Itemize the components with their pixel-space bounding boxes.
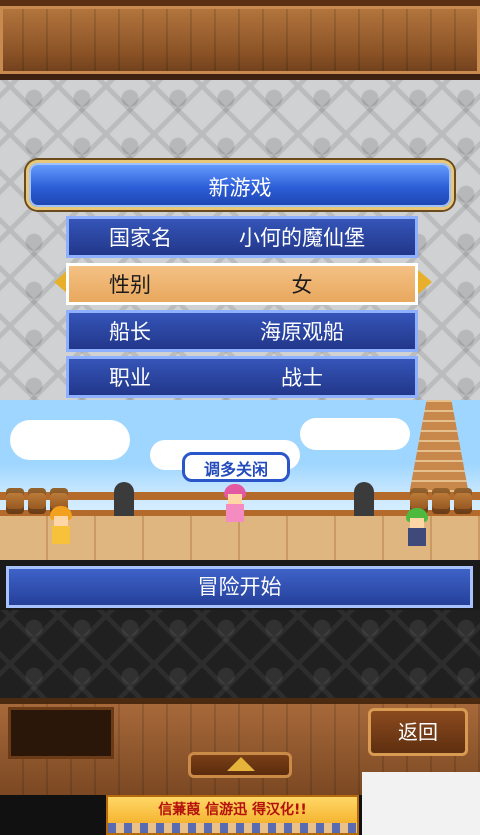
character-pink-captain <box>222 484 248 522</box>
speech-bubble: 调多关闲 <box>182 452 290 482</box>
cloud <box>300 418 410 450</box>
barrel <box>454 488 472 514</box>
barrel <box>432 488 450 514</box>
corner-panel <box>362 772 480 835</box>
cloud <box>10 420 130 460</box>
row-value: 女 <box>291 273 313 297</box>
barrel <box>28 488 46 514</box>
up-arrow-icon <box>227 757 255 771</box>
row-gender[interactable]: 性别 女 <box>66 263 418 305</box>
row-label: 职业 <box>109 366 151 390</box>
empty-slot-panel <box>8 707 114 759</box>
page-title: 新游戏 <box>26 160 454 210</box>
row-class[interactable]: 职业 战士 <box>66 356 418 398</box>
ad-banner[interactable]: 信蒹葭 信游迅 得汉化!! <box>106 795 359 835</box>
top-wood-bar <box>0 0 480 80</box>
barrel <box>6 488 24 514</box>
character-green-sailor <box>404 508 430 546</box>
row-value: 小何的魔仙堡 <box>239 226 365 250</box>
row-label: 国家名 <box>109 226 172 250</box>
row-label: 性别 <box>109 273 151 297</box>
character-gold-knight <box>48 506 74 544</box>
cannon <box>114 482 134 518</box>
row-country-name[interactable]: 国家名 小何的魔仙堡 <box>66 216 418 258</box>
row-captain[interactable]: 船长 海原观船 <box>66 310 418 352</box>
ad-character-strip <box>108 823 357 833</box>
ad-text: 信蒹葭 信游迅 得汉化!! <box>158 802 307 818</box>
row-label: 船长 <box>109 320 151 344</box>
row-value: 战士 <box>281 366 323 390</box>
next-arrow-icon[interactable] <box>418 270 432 294</box>
start-adventure-button[interactable]: 冒险开始 <box>6 566 473 608</box>
ship-mast <box>408 400 470 500</box>
cannon <box>354 482 374 518</box>
row-value: 海原观船 <box>260 320 344 344</box>
skull-pattern-dark-background <box>0 610 480 698</box>
scroll-up-button[interactable] <box>188 752 292 778</box>
back-button[interactable]: 返回 <box>368 708 468 756</box>
